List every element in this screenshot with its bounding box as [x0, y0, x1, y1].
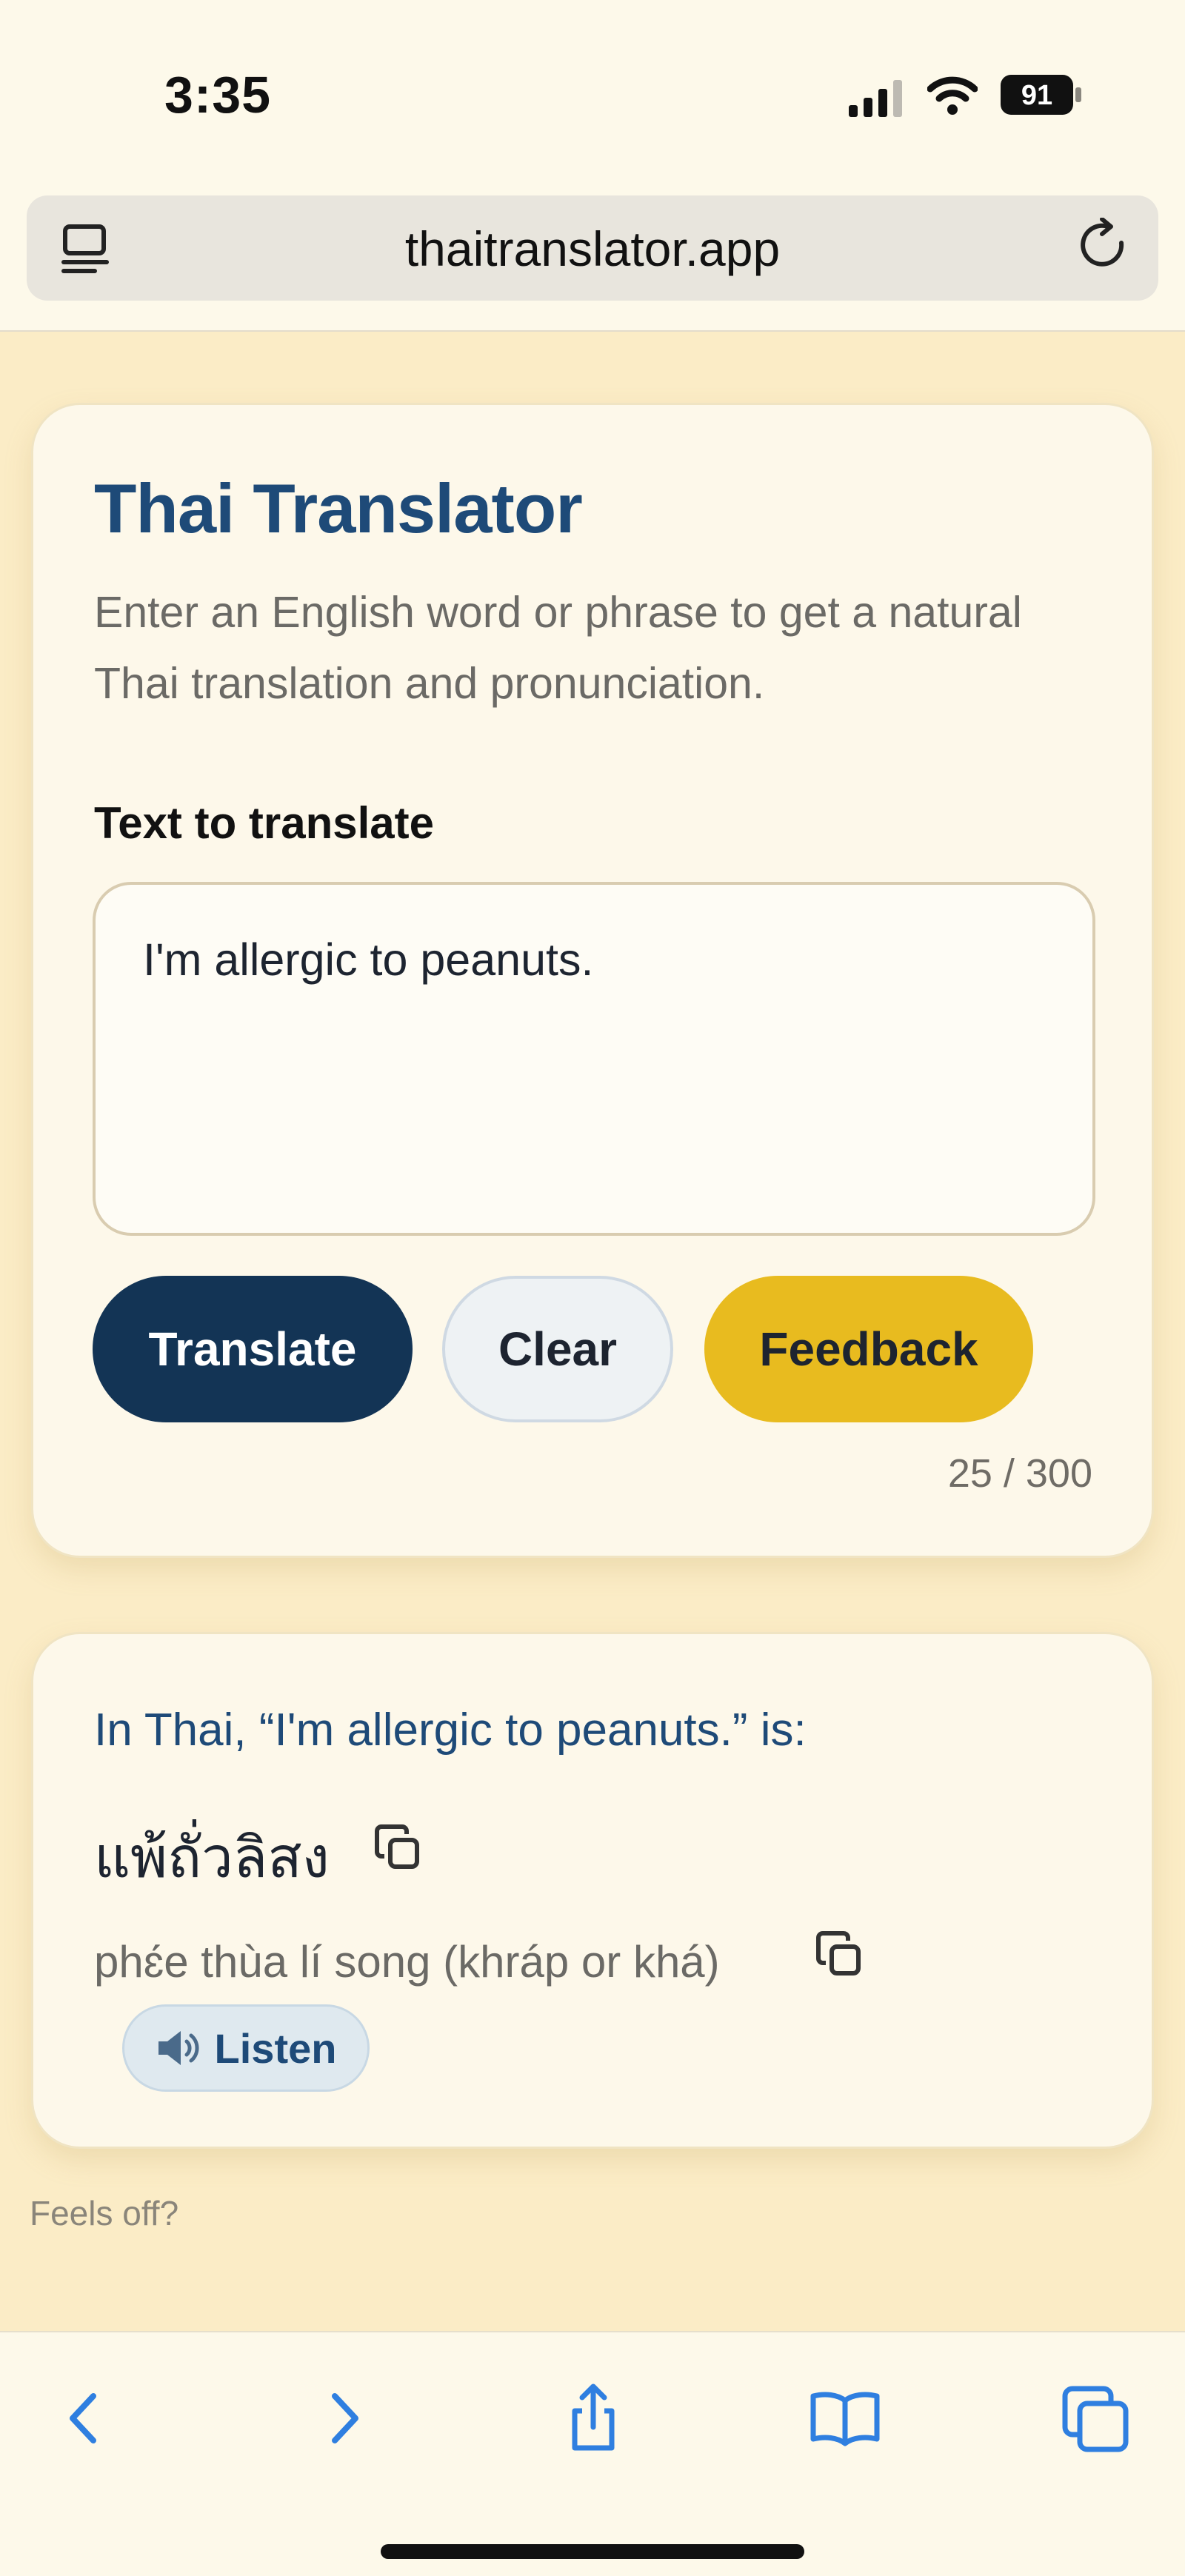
thai-translation: แพ้ถั่วลิสง — [94, 1827, 330, 1890]
battery-level: 91 — [1021, 80, 1052, 111]
input-label: Text to translate — [94, 798, 434, 848]
reload-icon[interactable] — [1077, 218, 1133, 277]
translate-input[interactable]: I'm allergic to peanuts. — [93, 882, 1095, 1236]
copy-thai-icon[interactable] — [368, 1818, 430, 1880]
page-subtitle: Enter an English word or phrase to get a… — [94, 588, 1022, 708]
feels-off-link[interactable]: Feels off? — [30, 2193, 178, 2233]
listen-button[interactable]: Listen — [122, 2004, 370, 2092]
translate-input-value[interactable]: I'm allergic to peanuts. — [143, 934, 593, 986]
home-indicator — [381, 2544, 804, 2559]
address-bar[interactable]: thaitranslator.app — [27, 195, 1158, 301]
status-bar: 3:35 91 — [0, 0, 1185, 193]
bookmarks-icon[interactable] — [804, 2377, 886, 2458]
forward-icon[interactable] — [302, 2377, 384, 2458]
romanization-text: phɛ́e thùa lí song (khráp or khá) — [94, 1937, 720, 1987]
feedback-button[interactable]: Feedback — [704, 1276, 1033, 1422]
result-card: In Thai, “I'm allergic to peanuts.” is: … — [31, 1632, 1154, 2149]
translate-button[interactable]: Translate — [93, 1276, 413, 1422]
character-count: 25 / 300 — [947, 1451, 1092, 1496]
listen-label: Listen — [214, 2024, 337, 2072]
back-icon[interactable] — [44, 2377, 126, 2458]
copy-romanization-icon[interactable] — [810, 1924, 872, 1987]
translator-card: Thai Translator Enter an English word or… — [31, 403, 1154, 1558]
page-title: Thai Translator — [94, 469, 583, 547]
wifi-icon — [927, 76, 978, 115]
cellular-signal-icon — [849, 80, 902, 117]
speaker-icon — [158, 2031, 199, 2065]
tabs-icon[interactable] — [1055, 2377, 1136, 2458]
url-text[interactable]: thaitranslator.app — [27, 221, 1158, 277]
result-heading: In Thai, “I'm allergic to peanuts.” is: — [94, 1704, 807, 1756]
browser-toolbar — [0, 2331, 1185, 2576]
status-time: 3:35 — [164, 66, 272, 124]
battery-icon: 91 — [1000, 74, 1083, 116]
clear-button[interactable]: Clear — [442, 1276, 673, 1422]
share-icon[interactable] — [553, 2377, 634, 2458]
